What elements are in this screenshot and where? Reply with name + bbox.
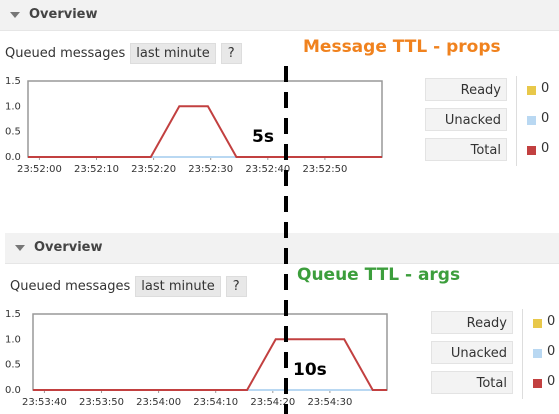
stats-legend: Ready 0 Unacked 0 Total 0 <box>431 309 555 401</box>
queued-messages-chart: 1.5 1.0 0.5 0.0 23:52:00 23:52:10 23:52:20 23:5… <box>0 76 420 181</box>
unacked-color-swatch <box>533 349 542 358</box>
annotation-label: Queue TTL - args <box>297 265 461 285</box>
y-tick-label: 1.0 <box>5 101 21 112</box>
duration-label: 10s <box>293 360 327 380</box>
unacked-color-swatch <box>527 116 536 125</box>
x-tick-label: 23:52:20 <box>131 164 176 175</box>
queued-messages-label: Queued messages <box>5 46 126 61</box>
collapse-triangle-icon[interactable] <box>10 12 20 18</box>
ready-color-swatch <box>527 86 536 95</box>
x-tick-label: 23:52:10 <box>74 164 119 175</box>
plot-frame <box>27 80 383 158</box>
stat-ready-label: Ready <box>431 311 513 334</box>
collapse-triangle-icon[interactable] <box>15 245 25 251</box>
y-tick-label: 1.5 <box>5 309 21 320</box>
x-tick-label: 23:52:50 <box>302 164 347 175</box>
chart-svg: 1.5 1.0 0.5 0.023:53:40 23:53:50 23:54:00 23:5… <box>5 309 388 408</box>
total-color-swatch <box>527 146 536 155</box>
y-tick-label: 0.0 <box>5 385 21 396</box>
x-tick-label: 23:52:00 <box>17 164 62 175</box>
queued-messages-row: Queued messages last minute ? <box>5 43 247 64</box>
x-tick-label: 23:53:40 <box>22 397 67 408</box>
ready-color-swatch <box>533 319 542 328</box>
stats-legend: Ready 0 Unacked 0 Total 0 <box>425 76 549 168</box>
stat-total-label: Total <box>431 371 513 394</box>
dashed-divider-line <box>284 66 288 414</box>
queued-messages-chart: 1.5 1.0 0.5 0.0 23:53:40 23:53:50 23:54:00 23:5… <box>0 309 420 414</box>
overview-title: Overview <box>29 7 98 22</box>
plot-frame <box>32 313 388 391</box>
range-selector[interactable]: last minute <box>135 276 221 297</box>
overview-title: Overview <box>34 240 103 255</box>
overview-header[interactable]: Overview <box>0 0 559 31</box>
stat-unacked-label: Unacked <box>431 341 513 364</box>
y-tick-label: 0.0 <box>5 152 21 163</box>
stats-divider <box>522 309 523 399</box>
stat-unacked-label: Unacked <box>425 108 507 131</box>
annotation-label: Message TTL - props <box>303 37 501 57</box>
stat-total-value: 0 <box>541 141 550 156</box>
queued-messages-label: Queued messages <box>10 279 131 294</box>
stat-unacked: Unacked 0 <box>431 341 555 364</box>
duration-label: 5s <box>252 127 274 147</box>
total-color-swatch <box>533 379 542 388</box>
stat-ready-value: 0 <box>541 81 550 96</box>
help-button[interactable]: ? <box>220 43 242 64</box>
x-tick-label: 23:52:30 <box>188 164 233 175</box>
stats-divider <box>516 76 517 166</box>
y-tick-label: 1.0 <box>5 334 21 345</box>
help-button[interactable]: ? <box>225 276 247 297</box>
stat-ready: Ready 0 <box>425 78 549 101</box>
stat-ready: Ready 0 <box>431 311 555 334</box>
queued-messages-row: Queued messages last minute ? <box>10 276 252 297</box>
stat-unacked-value: 0 <box>541 111 550 126</box>
chart-svg: 1.5 1.0 0.5 0.023:52:00 23:52:10 23:52:20 23:5… <box>5 76 383 175</box>
x-tick-label: 23:53:50 <box>79 397 124 408</box>
stat-total: Total 0 <box>431 371 555 394</box>
stat-total-label: Total <box>425 138 507 161</box>
stat-unacked: Unacked 0 <box>425 108 549 131</box>
range-selector[interactable]: last minute <box>130 43 216 64</box>
stat-total-value: 0 <box>547 374 556 389</box>
y-tick-label: 0.5 <box>5 127 21 138</box>
stat-unacked-value: 0 <box>547 344 556 359</box>
x-tick-label: 23:54:30 <box>307 397 352 408</box>
x-tick-label: 23:54:00 <box>136 397 181 408</box>
stat-ready-value: 0 <box>547 314 556 329</box>
y-tick-label: 1.5 <box>5 76 21 87</box>
stat-total: Total 0 <box>425 138 549 161</box>
x-tick-label: 23:54:10 <box>193 397 238 408</box>
stat-ready-label: Ready <box>425 78 507 101</box>
y-tick-label: 0.5 <box>5 360 21 371</box>
